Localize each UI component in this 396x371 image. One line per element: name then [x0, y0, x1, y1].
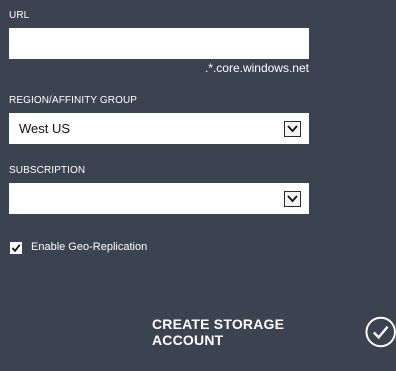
geo-replication-checkbox[interactable] — [10, 242, 22, 254]
url-field[interactable] — [9, 28, 309, 59]
region-dropdown-button[interactable] — [284, 121, 301, 137]
create-button-label: CREATE STORAGE ACCOUNT — [152, 316, 285, 348]
check-circle-icon — [365, 316, 396, 348]
geo-replication-label: Enable Geo-Replication — [31, 241, 148, 253]
checkmark-icon — [11, 244, 21, 253]
subscription-select[interactable] — [9, 183, 309, 214]
create-storage-account-button[interactable]: CREATE STORAGE ACCOUNT — [152, 316, 396, 348]
region-label: REGION/AFFINITY GROUP — [9, 95, 138, 106]
subscription-label: SUBSCRIPTION — [9, 165, 86, 176]
chevron-down-icon — [287, 195, 298, 203]
subscription-dropdown-button[interactable] — [284, 191, 301, 207]
url-domain-suffix: .*.core.windows.net — [204, 61, 309, 75]
region-select[interactable]: West US — [9, 113, 309, 144]
url-label: URL — [9, 10, 30, 21]
chevron-down-icon — [287, 125, 298, 133]
url-input[interactable] — [9, 28, 309, 59]
region-selected-value: West US — [19, 121, 71, 136]
